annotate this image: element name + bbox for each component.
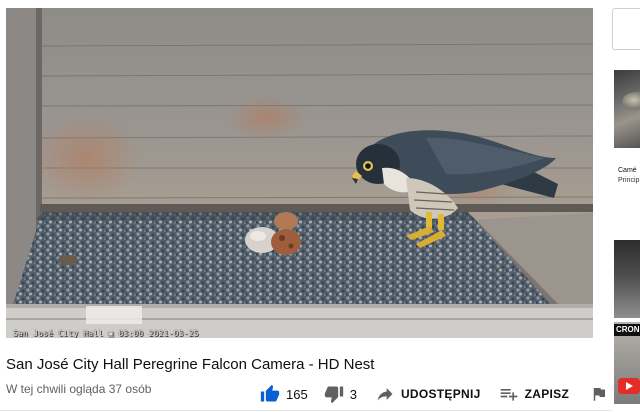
report-button[interactable] [589, 380, 609, 408]
save-label: ZAPISZ [524, 387, 570, 401]
related-video-thumbnail[interactable] [614, 240, 640, 318]
video-timestamp-overlay: San José City Hall ▣ 03:00 2021-03-25 [13, 329, 199, 338]
video-frame [6, 8, 593, 338]
thumbs-down-icon [324, 384, 344, 404]
dislike-button[interactable]: 3 [324, 380, 357, 408]
video-actions-bar: 165 3 UDOSTĘPNIJ ZAPISZ [258, 380, 609, 408]
related-video-title[interactable]: Camé [618, 166, 637, 175]
share-label: UDOSTĘPNIJ [400, 387, 481, 401]
divider [0, 410, 612, 411]
like-count: 165 [286, 386, 308, 402]
sidebar-chip-box[interactable] [612, 8, 640, 50]
related-video-channel: Princip [618, 177, 640, 184]
related-video-badge: CRON [614, 324, 640, 336]
youtube-play-icon [618, 378, 640, 394]
save-button[interactable]: ZAPISZ [499, 380, 569, 408]
share-button[interactable]: UDOSTĘPNIJ [375, 380, 481, 408]
like-button[interactable]: 165 [260, 380, 308, 408]
related-videos-sidebar: Camé Princip CRON [612, 0, 640, 412]
related-video-thumbnail[interactable] [614, 70, 640, 148]
thumbs-up-icon [260, 384, 280, 404]
dislike-count: 3 [349, 386, 357, 402]
flag-icon [589, 384, 609, 404]
video-player[interactable]: San José City Hall ▣ 03:00 2021-03-25 [6, 8, 593, 338]
share-arrow-icon [375, 384, 395, 404]
video-title: San José City Hall Peregrine Falcon Came… [6, 356, 375, 373]
playlist-add-icon [499, 384, 519, 404]
live-viewer-count: W tej chwili ogląda 37 osób [6, 382, 152, 396]
